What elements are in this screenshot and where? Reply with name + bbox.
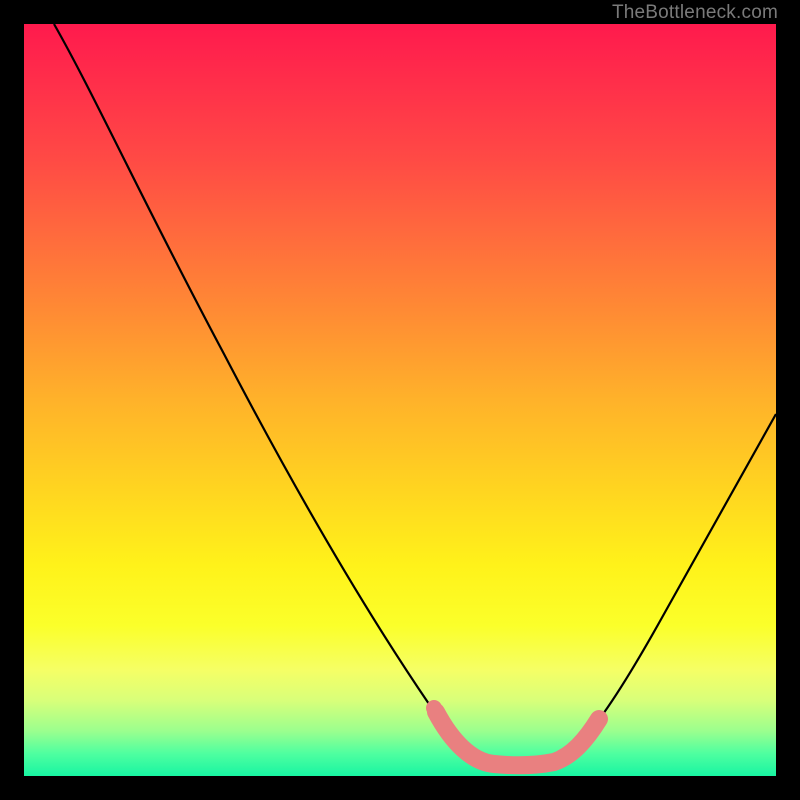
chart-frame: TheBottleneck.com — [0, 0, 800, 800]
bottleneck-curve — [54, 24, 776, 765]
watermark-text: TheBottleneck.com — [612, 2, 778, 24]
optimal-band — [436, 712, 599, 765]
optimal-band-start-dot — [426, 700, 442, 716]
chart-svg — [24, 24, 776, 776]
